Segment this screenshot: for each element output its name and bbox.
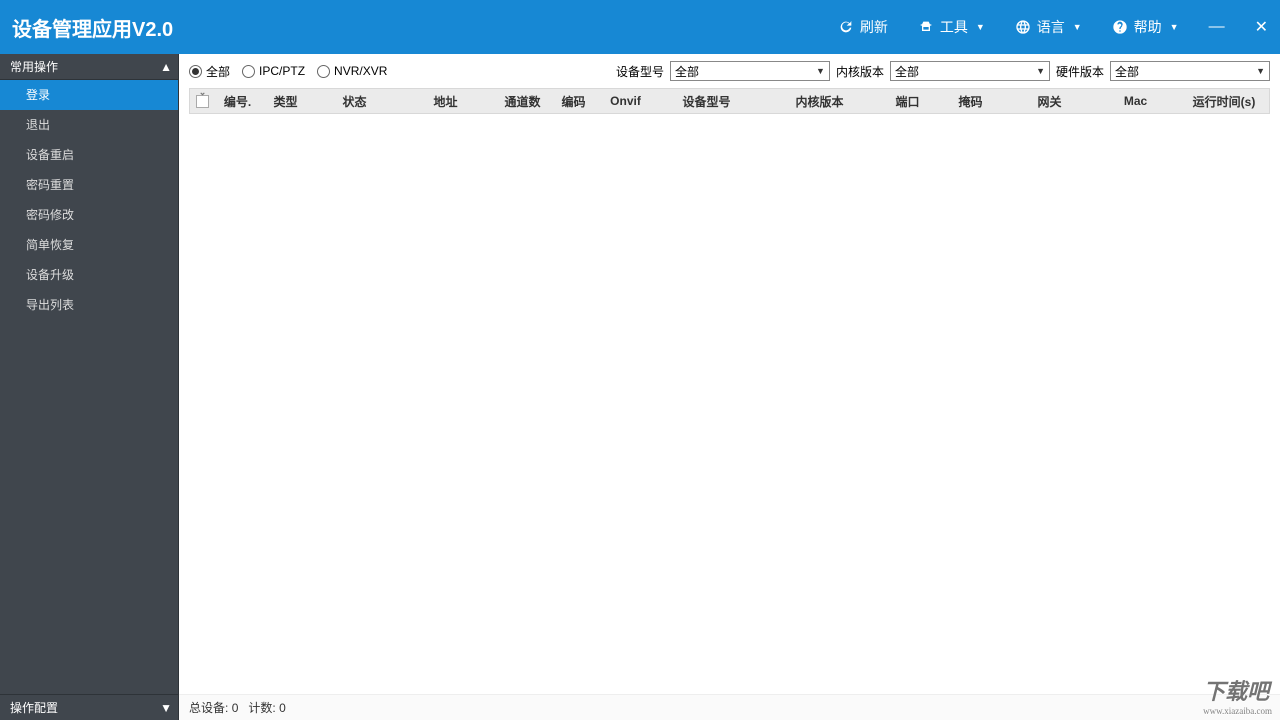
sidebar-header-label: 常用操作 (10, 60, 58, 74)
total-label: 总设备: (189, 701, 228, 715)
count-label: 计数: (248, 701, 275, 715)
sidebar-item-5[interactable]: 简单恢复 (0, 230, 178, 260)
help-label: 帮助 (1134, 17, 1162, 37)
main-panel: 全部 IPC/PTZ NVR/XVR 设备型号 全部 ▼ 内核版本 全部 ▼ 硬件版… (179, 54, 1280, 720)
chevron-down-icon: ▼ (1073, 22, 1082, 32)
triangle-down-icon: ▼ (160, 695, 172, 721)
device-type-label: 设备型号 (616, 63, 664, 80)
kernel-label: 内核版本 (836, 63, 884, 80)
col-uptime[interactable]: 运行时间(s) (1180, 89, 1269, 113)
filter-radio-2[interactable]: NVR/XVR (317, 63, 387, 80)
filter-radio-0[interactable]: 全部 (189, 63, 230, 80)
col-model[interactable]: 设备型号 (656, 89, 758, 113)
sidebar-item-2[interactable]: 设备重启 (0, 140, 178, 170)
main-container: 常用操作 ▲ 登录退出设备重启密码重置密码修改简单恢复设备升级导出列表 操作配置… (0, 54, 1280, 720)
radio-icon (317, 65, 330, 78)
col-address[interactable]: 地址 (398, 89, 494, 113)
select-all-header[interactable]: ⌄ (190, 89, 216, 113)
col-encoding[interactable]: 编码 (552, 89, 596, 113)
count-value: 0 (279, 701, 286, 715)
device-type-dropdown[interactable]: 全部 ▼ (670, 61, 830, 81)
sidebar-item-1[interactable]: 退出 (0, 110, 178, 140)
help-icon (1112, 19, 1128, 35)
app-title: 设备管理应用V2.0 (12, 13, 808, 42)
sidebar-list: 登录退出设备重启密码重置密码修改简单恢复设备升级导出列表 (0, 80, 178, 694)
col-kernel[interactable]: 内核版本 (758, 89, 882, 113)
radio-label: IPC/PTZ (259, 64, 305, 78)
radio-group: 全部 IPC/PTZ NVR/XVR (189, 63, 610, 80)
radio-icon (189, 65, 202, 78)
sidebar-item-3[interactable]: 密码重置 (0, 170, 178, 200)
radio-icon (242, 65, 255, 78)
total-value: 0 (232, 701, 239, 715)
globe-icon (1015, 19, 1031, 35)
refresh-button[interactable]: 刷新 (838, 17, 888, 37)
chevron-down-icon: ▼ (1170, 22, 1179, 32)
radio-label: 全部 (206, 63, 230, 80)
language-label: 语言 (1037, 17, 1065, 37)
chevron-down-icon: ▼ (816, 66, 825, 76)
col-channels[interactable]: 通道数 (494, 89, 552, 113)
sidebar-footer-label: 操作配置 (10, 701, 58, 715)
toolbox-icon (918, 19, 934, 35)
chevron-down-icon: ▼ (1036, 66, 1045, 76)
minimize-button[interactable]: — (1209, 18, 1225, 36)
chevron-down-icon: ▼ (1256, 66, 1265, 76)
col-status[interactable]: 状态 (312, 89, 398, 113)
col-port[interactable]: 端口 (882, 89, 934, 113)
status-bar: 总设备: 0 计数: 0 (179, 694, 1280, 720)
triangle-up-icon: ▲ (160, 54, 172, 80)
refresh-icon (838, 19, 854, 35)
chevron-down-icon: ⌄ (199, 87, 207, 98)
sidebar-item-4[interactable]: 密码修改 (0, 200, 178, 230)
refresh-label: 刷新 (860, 17, 888, 37)
titlebar: 设备管理应用V2.0 刷新 工具 ▼ 语言 ▼ 帮助 ▼ — ✕ (0, 0, 1280, 54)
sidebar-item-0[interactable]: 登录 (0, 80, 178, 110)
col-mask[interactable]: 掩码 (934, 89, 1008, 113)
hardware-value: 全部 (1115, 63, 1256, 80)
tools-label: 工具 (940, 17, 968, 37)
table-header: ⌄ 编号. 类型 状态 地址 通道数 编码 Onvif 设备型号 内核版本 端口… (189, 88, 1270, 114)
device-type-value: 全部 (675, 63, 816, 80)
table-wrap: ⌄ 编号. 类型 状态 地址 通道数 编码 Onvif 设备型号 内核版本 端口… (189, 88, 1270, 694)
filter-row: 全部 IPC/PTZ NVR/XVR 设备型号 全部 ▼ 内核版本 全部 ▼ 硬件版… (179, 54, 1280, 82)
radio-label: NVR/XVR (334, 64, 387, 78)
kernel-dropdown[interactable]: 全部 ▼ (890, 61, 1050, 81)
kernel-value: 全部 (895, 63, 1036, 80)
col-type[interactable]: 类型 (260, 89, 312, 113)
filter-radio-1[interactable]: IPC/PTZ (242, 63, 305, 80)
col-number[interactable]: 编号. (216, 89, 260, 113)
sidebar: 常用操作 ▲ 登录退出设备重启密码重置密码修改简单恢复设备升级导出列表 操作配置… (0, 54, 179, 720)
sidebar-footer[interactable]: 操作配置 ▼ (0, 694, 178, 720)
chevron-down-icon: ▼ (976, 22, 985, 32)
sidebar-header[interactable]: 常用操作 ▲ (0, 54, 178, 80)
help-button[interactable]: 帮助 ▼ (1112, 17, 1179, 37)
col-mac[interactable]: Mac (1092, 89, 1180, 113)
language-button[interactable]: 语言 ▼ (1015, 17, 1082, 37)
col-gateway[interactable]: 网关 (1008, 89, 1092, 113)
close-button[interactable]: ✕ (1255, 17, 1268, 37)
hardware-dropdown[interactable]: 全部 ▼ (1110, 61, 1270, 81)
col-onvif[interactable]: Onvif (596, 89, 656, 113)
sidebar-item-7[interactable]: 导出列表 (0, 290, 178, 320)
hardware-label: 硬件版本 (1056, 63, 1104, 80)
tools-button[interactable]: 工具 ▼ (918, 17, 985, 37)
sidebar-item-6[interactable]: 设备升级 (0, 260, 178, 290)
